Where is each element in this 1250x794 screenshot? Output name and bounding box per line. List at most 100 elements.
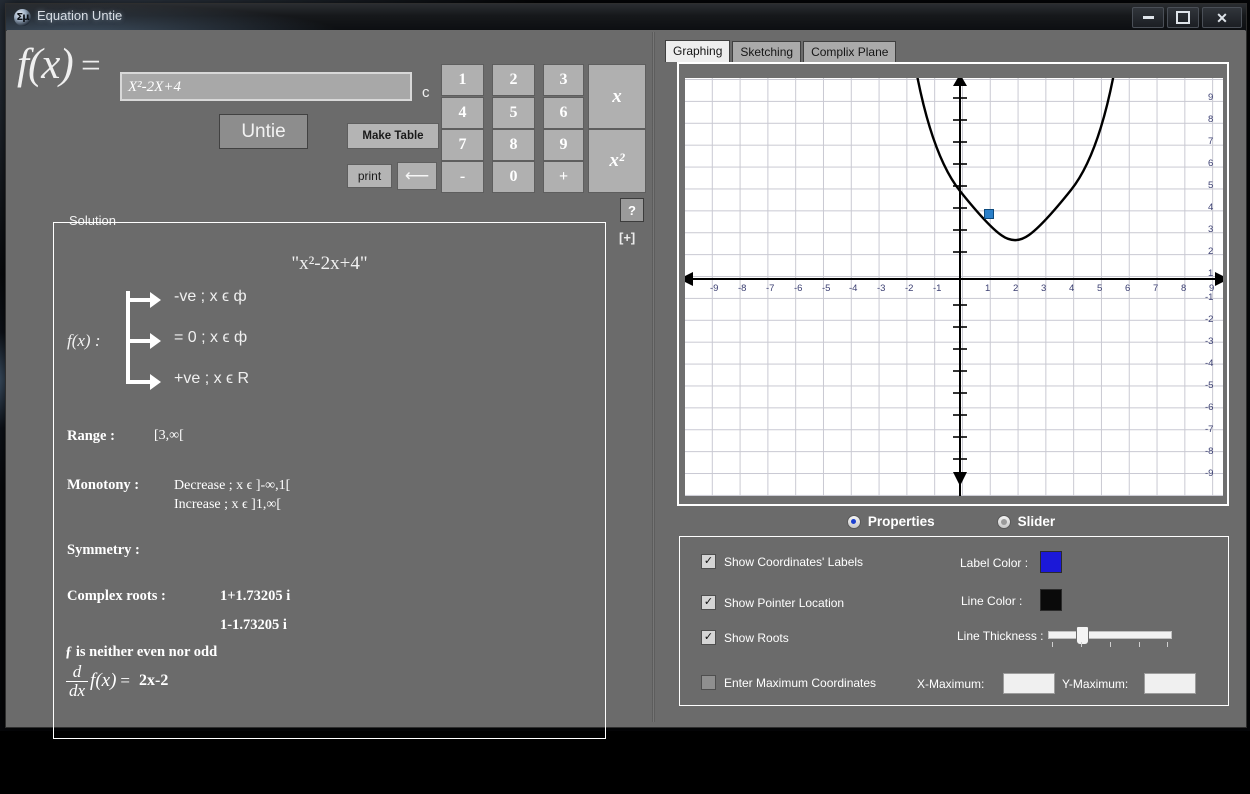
untie-button[interactable]: Untie [219,114,308,149]
arrow-shaft-icon [126,298,152,302]
checkmark-icon: ✓ [701,595,716,610]
x-tick--7: -7 [766,283,775,294]
key-2[interactable]: 2 [492,64,535,96]
y-tick--5: -5 [1205,380,1214,391]
x-tick-3: 3 [1041,283,1047,294]
graph-tab-bar: Graphing Sketching Complix Plane [665,40,897,62]
derivative-denominator: dx [69,680,86,700]
key-5[interactable]: 5 [492,97,535,129]
checkbox-show-coordinates-labels-label: Show Coordinates' Labels [724,554,864,569]
key-7[interactable]: 7 [441,129,484,161]
minimize-icon [1142,16,1154,19]
checkbox-show-coordinates-labels[interactable]: ✓ Show Coordinates' Labels [701,554,863,569]
key-6[interactable]: 6 [543,97,584,129]
x-maximum-input[interactable] [1003,673,1055,694]
radio-properties[interactable]: Properties [846,514,935,529]
radio-slider-label: Slider [1017,514,1056,529]
radio-properties-icon [846,514,861,529]
maximize-button[interactable] [1167,7,1199,28]
fx-notation-label: f(x) [17,41,74,88]
slider-tick [1081,642,1082,647]
x-tick--2: -2 [905,283,914,294]
x-tick--8: -8 [738,283,747,294]
x-tick--4: -4 [849,283,858,294]
x-tick-4: 4 [1069,283,1075,294]
derivative-fraction: d dx [66,663,89,700]
equals-sign-label: = [81,46,101,85]
y-maximum-input[interactable] [1144,673,1196,694]
graph-canvas[interactable]: -9 -8 -7 -6 -5 -4 -3 -2 -1 1 2 3 4 5 6 7 [685,78,1223,496]
y-tick--1: -1 [1205,292,1214,303]
close-button[interactable]: ✕ [1202,7,1242,28]
key-x[interactable]: x [588,64,646,129]
derivative-numerator: d [66,663,89,682]
y-tick-1: 1 [1208,268,1214,279]
graph-frame: -9 -8 -7 -6 -5 -4 -3 -2 -1 1 2 3 4 5 6 7 [677,62,1229,506]
close-icon: ✕ [1216,9,1228,26]
tab-sketching[interactable]: Sketching [732,41,802,62]
complex-roots-label: Complex roots : [67,588,166,604]
backspace-button[interactable]: ⟵ [397,162,437,190]
line-thickness-slider-thumb[interactable] [1076,626,1089,645]
key-9[interactable]: 9 [543,129,584,161]
mode-radio-group: Properties Slider [657,514,1245,529]
expand-toggle[interactable]: [+] [619,230,635,245]
key-0[interactable]: 0 [492,161,535,193]
line-color-swatch[interactable] [1040,589,1062,611]
derivative-function: f(x) [90,670,117,692]
left-pane: f(x) = X²-2X+4 c Untie Make Table print … [7,30,652,739]
checkbox-show-pointer-location[interactable]: ✓ Show Pointer Location [701,595,844,610]
slider-tick [1052,642,1053,647]
x-tick-8: 8 [1181,283,1187,294]
x-tick-7: 7 [1153,283,1159,294]
range-value: [3,∞[ [154,428,184,443]
key-3[interactable]: 3 [543,64,584,96]
help-button[interactable]: ? [620,198,644,222]
window-controls: ✕ [1132,7,1242,28]
y-tick-2: 2 [1208,246,1214,257]
y-tick-6: 6 [1208,158,1214,169]
y-tick--9: -9 [1205,468,1214,479]
checkbox-enter-maximum-coordinates-label: Enter Maximum Coordinates [724,675,877,690]
y-tick-7: 7 [1208,136,1214,147]
key-x-squared[interactable]: x² [588,129,646,193]
checkmark-icon: ✓ [701,630,716,645]
key-4[interactable]: 4 [441,97,484,129]
x-tick--3: -3 [877,283,886,294]
x-tick--9: -9 [710,283,719,294]
y-tick-5: 5 [1208,180,1214,191]
derivative-equals: = [120,671,131,691]
monotony-line-2: Increase ; x ϵ ]1,∞[ [174,497,281,512]
application-window: Σµ Equation Untie ✕ f(x) = X²-2X+4 c Unt… [5,3,1247,739]
derivative-value: 2x-2 [139,672,169,690]
checkbox-show-roots[interactable]: ✓ Show Roots [701,630,789,645]
arrow-shaft-icon [126,339,152,343]
checkbox-show-roots-label: Show Roots [724,630,789,645]
checkbox-enter-maximum-coordinates[interactable]: Enter Maximum Coordinates [701,675,876,690]
key-plus[interactable]: + [543,161,584,193]
key-1[interactable]: 1 [441,64,484,96]
minimize-button[interactable] [1132,7,1164,28]
print-button[interactable]: print [347,164,392,188]
checkbox-show-pointer-location-label: Show Pointer Location [724,595,845,610]
arrow-head-icon [150,292,161,308]
equation-input[interactable]: X²-2X+4 [120,72,412,101]
x-tick-6: 6 [1125,283,1131,294]
radio-slider[interactable]: Slider [996,514,1056,529]
tab-graphing[interactable]: Graphing [665,40,731,62]
x-tick-1: 1 [985,283,991,294]
tab-complix-plane[interactable]: Complix Plane [803,41,897,62]
line-thickness-slider[interactable] [1048,631,1172,639]
monotony-line-1: Decrease ; x ϵ ]-∞,1[ [174,478,291,493]
x-tick-2: 2 [1013,283,1019,294]
key-minus[interactable]: - [441,161,484,193]
label-color-swatch[interactable] [1040,551,1062,573]
make-table-button[interactable]: Make Table [347,123,439,149]
y-tick--6: -6 [1205,402,1214,413]
sign-row-positive-text: +ve ; x ϵ R [174,370,250,387]
key-8[interactable]: 8 [492,129,535,161]
vertex-marker[interactable] [984,209,994,219]
sign-row-zero-text: = 0 ; x ϵ ф [174,329,248,346]
arrow-shaft-icon [126,380,152,384]
parity-text: ƒ is neither even nor odd [65,644,218,660]
